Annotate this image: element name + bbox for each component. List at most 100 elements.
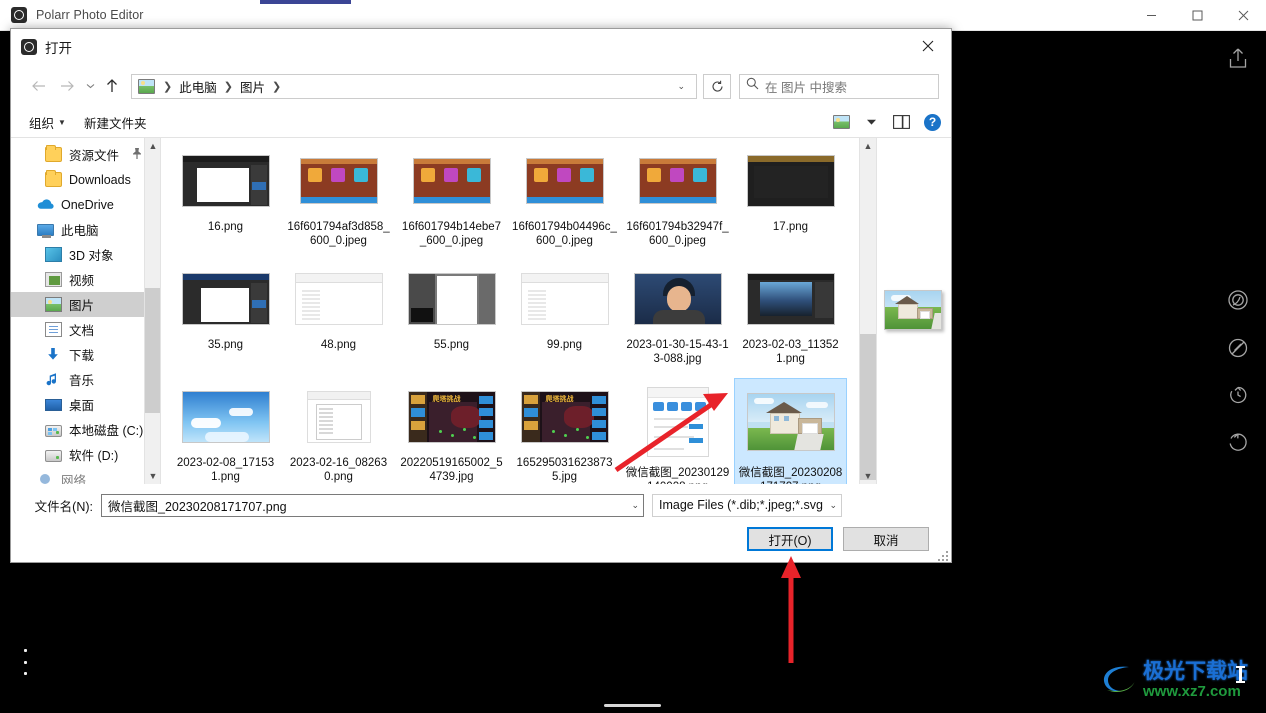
file-tile[interactable]: 35.png: [169, 260, 282, 370]
sidebar-item-software-d[interactable]: 软件 (D:): [11, 442, 160, 467]
help-icon[interactable]: ?: [924, 113, 941, 131]
sidebar-item-3d-objects[interactable]: 3D 对象: [11, 242, 160, 267]
file-name: 48.png: [320, 339, 357, 351]
close-icon[interactable]: [905, 29, 951, 63]
sidebar-item-downloads[interactable]: 下载: [11, 342, 160, 367]
commandbar-right-group: ?: [826, 110, 941, 134]
breadcrumb-item-this-pc[interactable]: 此电脑: [176, 77, 220, 96]
arrow-up-icon[interactable]: [99, 73, 125, 99]
file-tile[interactable]: 16f601794b14ebe7_600_0.jpeg: [395, 142, 508, 252]
preview-pane: [876, 138, 951, 484]
file-list-scrollbar[interactable]: ▲ ▼: [859, 138, 876, 484]
sidebar-item-local-disk-c[interactable]: 本地磁盘 (C:): [11, 417, 160, 442]
chevron-down-icon[interactable]: [81, 73, 99, 99]
file-tile[interactable]: 爬塔挑战 1652950316238735.jpg: [508, 378, 621, 484]
sidebar-item-documents[interactable]: 文档: [11, 317, 160, 342]
sidebar-item-music[interactable]: 音乐: [11, 367, 160, 392]
file-tile[interactable]: 16f601794b32947f_600_0.jpeg: [621, 142, 734, 252]
sidebar-item-desktop[interactable]: 桌面: [11, 392, 160, 417]
file-tile[interactable]: 2023-02-03_113521.png: [734, 260, 847, 370]
arrow-left-icon[interactable]: [25, 72, 53, 100]
cancel-button[interactable]: 取消: [843, 527, 929, 551]
dialog-navbar: ❯ 此电脑 ❯ 图片 ❯ ⌄ 在 图片 中搜索: [11, 65, 951, 107]
dot: [23, 649, 27, 652]
downloads-icon: [45, 347, 62, 362]
brush-off-icon[interactable]: [1224, 334, 1252, 362]
sidebar-item-downloads-quick[interactable]: Downloads: [11, 167, 160, 192]
pin-icon[interactable]: [132, 147, 142, 162]
file-name: 2023-01-30-15-43-13-088.jpg: [626, 339, 729, 365]
sidebar-item-resources[interactable]: 资源文件: [11, 142, 160, 167]
sidebar-item-pictures[interactable]: 图片: [11, 292, 160, 317]
dot: [23, 672, 27, 675]
file-tile[interactable]: 微信截图_20230129140008.png: [621, 378, 734, 484]
thumbnail: [631, 264, 724, 334]
thumbnail: [405, 146, 498, 216]
sidebar-item-label: OneDrive: [61, 197, 114, 212]
resize-grip[interactable]: [937, 549, 949, 561]
radial-gradient-icon[interactable]: [1224, 286, 1252, 314]
dialog-body: 资源文件 Downloads OneDrive 此电脑 3D 对象 视频 图片 …: [11, 138, 951, 484]
file-tile[interactable]: 48.png: [282, 260, 395, 370]
scroll-down-icon[interactable]: ▼: [860, 468, 876, 484]
sidebar-item-onedrive[interactable]: OneDrive: [11, 192, 160, 217]
filetype-select[interactable]: Image Files (*.dib;*.jpeg;*.svg ⌄: [652, 493, 842, 517]
thumbnail-image: [181, 391, 270, 443]
chevron-down-icon[interactable]: [856, 110, 886, 134]
sidebar-item-this-pc[interactable]: 此电脑: [11, 217, 160, 242]
file-name: 35.png: [207, 339, 244, 351]
file-tile[interactable]: 17.png: [734, 142, 847, 252]
more-options-icon[interactable]: [18, 649, 32, 675]
close-icon[interactable]: [1220, 0, 1266, 31]
tree-scrollbar[interactable]: ▲ ▼: [144, 138, 160, 484]
breadcrumb-item-pictures[interactable]: 图片: [237, 77, 268, 96]
filename-input[interactable]: 微信截图_20230208171707.png ⌄: [101, 493, 644, 517]
desktop-icon: [45, 399, 62, 411]
sidebar-item-label: 音乐: [69, 374, 95, 388]
chevron-down-icon[interactable]: ⌄: [672, 81, 690, 92]
upload-icon[interactable]: [1224, 44, 1252, 72]
view-mode-icon[interactable]: [826, 110, 856, 134]
sidebar-item-network[interactable]: 网络: [11, 467, 160, 484]
file-tile[interactable]: 99.png: [508, 260, 621, 370]
organize-button[interactable]: 组织 ▼: [29, 110, 76, 134]
refresh-icon[interactable]: [703, 73, 731, 99]
preview-pane-icon[interactable]: [886, 110, 916, 134]
thumbnail: [744, 264, 837, 334]
dot: [23, 660, 27, 664]
file-tile[interactable]: 16f601794af3d858_600_0.jpeg: [282, 142, 395, 252]
file-tile[interactable]: 16f601794b04496c_600_0.jpeg: [508, 142, 621, 252]
scroll-up-icon[interactable]: ▲: [860, 138, 876, 154]
sidebar-item-label: Downloads: [69, 172, 131, 187]
file-tile[interactable]: 55.png: [395, 260, 508, 370]
open-button[interactable]: 打开(O): [747, 527, 833, 551]
search-input[interactable]: 在 图片 中搜索: [739, 73, 939, 99]
scrollbar-thumb[interactable]: [145, 288, 160, 413]
file-tile[interactable]: 爬塔挑战 20220519165002_54739.jpg: [395, 378, 508, 484]
file-tile[interactable]: 2023-01-30-15-43-13-088.jpg: [621, 260, 734, 370]
organize-label: 组织: [29, 116, 55, 131]
file-name: 16f601794b32947f_600_0.jpeg: [626, 221, 729, 247]
reset-icon[interactable]: [1224, 428, 1252, 456]
scrollbar-thumb[interactable]: [860, 334, 876, 480]
arrow-right-icon[interactable]: [53, 72, 81, 100]
new-folder-button[interactable]: 新建文件夹: [76, 110, 157, 134]
history-icon[interactable]: [1224, 381, 1252, 409]
minimize-icon[interactable]: [1128, 0, 1174, 31]
file-name: 99.png: [546, 339, 583, 351]
bottom-drag-handle[interactable]: [604, 704, 661, 707]
file-tile[interactable]: 2023-02-16_082630.png: [282, 378, 395, 484]
thumbnail: [744, 146, 837, 216]
sidebar-item-videos[interactable]: 视频: [11, 267, 160, 292]
maximize-icon[interactable]: [1174, 0, 1220, 31]
file-tile[interactable]: 16.png: [169, 142, 282, 252]
chevron-down-icon[interactable]: ⌄: [823, 500, 837, 511]
thumbnail-image: [746, 155, 835, 207]
thumbnail-image: 爬塔挑战: [407, 391, 496, 443]
breadcrumb[interactable]: ❯ 此电脑 ❯ 图片 ❯ ⌄: [131, 73, 697, 99]
file-tile-selected[interactable]: 微信截图_20230208171707.png: [734, 378, 847, 484]
file-tile[interactable]: 2023-02-08_171531.png: [169, 378, 282, 484]
chevron-down-icon[interactable]: ⌄: [625, 500, 639, 511]
scroll-up-icon[interactable]: ▲: [145, 138, 160, 154]
scroll-down-icon[interactable]: ▼: [145, 468, 160, 484]
